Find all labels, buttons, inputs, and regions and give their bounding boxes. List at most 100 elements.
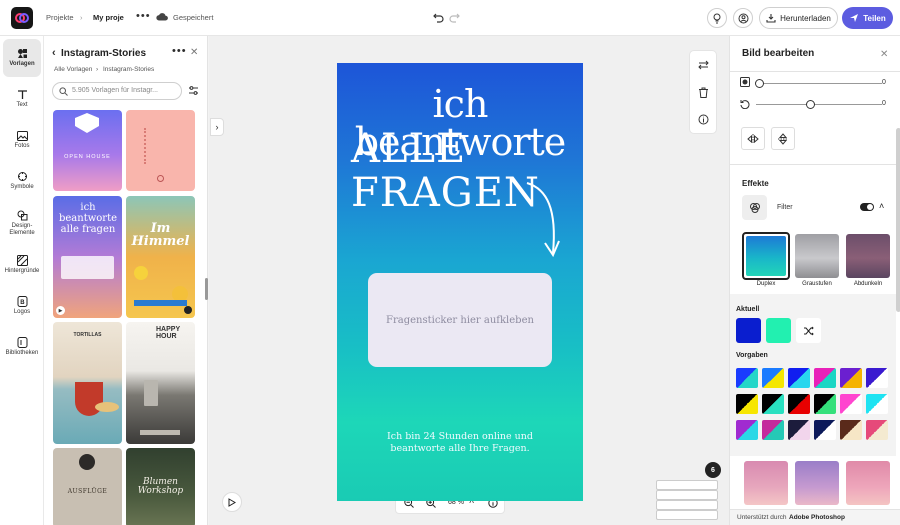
preset-swatch[interactable] bbox=[788, 394, 810, 414]
breadcrumb-projects[interactable]: Projekte bbox=[46, 13, 74, 22]
left-rail: Vorlagen Text Fotos Symbole Design-Eleme… bbox=[0, 36, 44, 525]
collapse-chevron-up-icon[interactable]: ˄ bbox=[879, 201, 884, 211]
filter-toggle[interactable] bbox=[860, 203, 874, 211]
download-icon bbox=[766, 14, 776, 23]
template-text: HAPPY HOUR bbox=[156, 326, 180, 341]
page-count-badge[interactable]: 6 bbox=[705, 462, 721, 478]
page-thumbnail[interactable] bbox=[656, 490, 718, 500]
preset-swatch[interactable] bbox=[762, 368, 784, 388]
filter-option-preview[interactable] bbox=[795, 461, 839, 505]
rail-item-symbole[interactable]: Symbole bbox=[3, 162, 41, 200]
panel-close-icon[interactable]: ✕ bbox=[880, 49, 888, 60]
redo-icon[interactable] bbox=[449, 12, 460, 25]
preset-swatch[interactable] bbox=[866, 368, 888, 388]
rail-item-hintergruende[interactable]: Hintergründe bbox=[3, 246, 41, 284]
flip-horizontal-button[interactable] bbox=[741, 127, 765, 150]
filter-option-duplex[interactable] bbox=[742, 232, 790, 280]
slider-handle[interactable] bbox=[755, 79, 764, 88]
filter-option-preview[interactable] bbox=[846, 461, 890, 505]
back-chevron-icon[interactable]: ‹ bbox=[52, 47, 56, 59]
collapse-panel-chevron-icon[interactable]: › bbox=[210, 118, 224, 136]
rail-item-fotos[interactable]: Fotos bbox=[3, 121, 41, 159]
page-thumbnail[interactable] bbox=[656, 510, 718, 520]
design-elements-icon bbox=[17, 210, 27, 221]
preset-swatch[interactable] bbox=[814, 420, 836, 440]
template-card-blumen-workshop[interactable]: Blumen Workshop bbox=[126, 448, 195, 525]
logos-icon: B bbox=[17, 296, 27, 308]
rail-item-bibliotheken[interactable]: Bibliotheken bbox=[3, 328, 41, 366]
filter-option-preview[interactable] bbox=[744, 461, 788, 505]
template-card-questions[interactable]: ich beantworte alle fragen ▶ bbox=[53, 196, 122, 318]
trash-icon[interactable] bbox=[698, 87, 709, 98]
preset-swatch[interactable] bbox=[762, 394, 784, 414]
footer-text[interactable]: Ich bin 24 Stunden online und beantworte… bbox=[377, 431, 543, 455]
preset-swatch[interactable] bbox=[788, 368, 810, 388]
preset-swatch[interactable] bbox=[736, 394, 758, 414]
more-options-icon[interactable]: ••• bbox=[136, 10, 151, 22]
preset-swatch[interactable] bbox=[762, 420, 784, 440]
template-card-open-house[interactable]: OPEN HOUSE bbox=[53, 110, 122, 191]
template-search-field[interactable]: 5.905 Vorlagen für Instagr... bbox=[52, 82, 182, 100]
rotate-icon bbox=[740, 100, 750, 109]
house-emblem-icon bbox=[75, 113, 99, 133]
template-card-happy-hour[interactable]: HAPPY HOUR bbox=[126, 322, 195, 444]
tortilla-shape bbox=[95, 402, 119, 412]
swap-arrows-icon[interactable] bbox=[698, 60, 709, 70]
preset-swatch[interactable] bbox=[840, 394, 862, 414]
flip-vertical-button[interactable] bbox=[771, 127, 795, 150]
add-collaborator-icon[interactable] bbox=[733, 8, 753, 28]
effects-heading: Effekte bbox=[742, 179, 769, 188]
preset-swatch[interactable] bbox=[814, 394, 836, 414]
rail-item-vorlagen[interactable]: Vorlagen bbox=[3, 39, 41, 77]
shuffle-colors-button[interactable] bbox=[796, 318, 821, 343]
page-thumbnail[interactable] bbox=[656, 480, 718, 490]
preset-swatch[interactable] bbox=[788, 420, 810, 440]
panel-more-icon[interactable]: ••• bbox=[172, 45, 187, 57]
rail-item-logos[interactable]: B Logos bbox=[3, 287, 41, 325]
undo-icon[interactable] bbox=[433, 12, 444, 25]
template-card-ausfluge[interactable]: AUSFLÜGE bbox=[53, 448, 122, 525]
slider-value[interactable]: 0 bbox=[882, 79, 886, 86]
question-sticker-box[interactable]: Fragensticker hier aufkleben bbox=[368, 273, 552, 367]
template-card-im-himmel[interactable]: Im Himmel bbox=[126, 196, 195, 318]
templates-icon bbox=[17, 49, 27, 59]
page-thumbnail[interactable] bbox=[656, 500, 718, 510]
preset-swatch[interactable] bbox=[866, 420, 888, 440]
slider-value[interactable]: 0 bbox=[882, 100, 886, 107]
download-button[interactable]: Herunterladen bbox=[759, 7, 838, 29]
filter-icon-button[interactable] bbox=[742, 195, 767, 220]
preset-swatch[interactable] bbox=[840, 420, 862, 440]
preset-swatch[interactable] bbox=[736, 368, 758, 388]
panel-title: Instagram-Stories bbox=[61, 48, 147, 59]
powered-by-brand: Adobe Photoshop bbox=[789, 514, 845, 521]
rail-item-design-elemente[interactable]: Design-Elemente bbox=[3, 203, 41, 243]
preset-swatch[interactable] bbox=[866, 394, 888, 414]
creative-cloud-logo-icon[interactable] bbox=[11, 7, 33, 29]
info-icon[interactable] bbox=[698, 114, 709, 125]
story-canvas[interactable]: ich beantworte ALLE FRAGEN Fragensticker… bbox=[337, 63, 583, 501]
play-icon bbox=[228, 497, 236, 507]
breadcrumb-all-templates[interactable]: Alle Vorlagen bbox=[54, 66, 92, 73]
panel-close-icon[interactable]: ✕ bbox=[190, 47, 198, 58]
rail-item-text[interactable]: Text bbox=[3, 80, 41, 118]
search-icon bbox=[59, 87, 68, 96]
slider-handle[interactable] bbox=[806, 100, 815, 109]
filter-option-graustufen[interactable] bbox=[795, 234, 839, 278]
preset-swatch[interactable] bbox=[736, 420, 758, 440]
share-button[interactable]: Teilen bbox=[842, 7, 893, 29]
preset-swatch[interactable] bbox=[814, 368, 836, 388]
filter-option-abdunkeln[interactable] bbox=[846, 234, 890, 278]
preset-swatch[interactable] bbox=[840, 368, 862, 388]
template-card-list[interactable] bbox=[126, 110, 195, 191]
panel-resize-handle[interactable] bbox=[205, 278, 208, 300]
project-name[interactable]: My proje bbox=[93, 13, 124, 22]
lightbulb-icon[interactable] bbox=[707, 8, 727, 28]
current-color-swatch-1[interactable] bbox=[736, 318, 761, 343]
template-card-tortillas[interactable]: TORTILLAS bbox=[53, 322, 122, 444]
filter-sliders-icon[interactable] bbox=[188, 85, 199, 96]
template-text: ich beantworte alle fragen bbox=[58, 202, 118, 235]
panel-scrollbar[interactable] bbox=[896, 128, 900, 312]
current-color-swatch-2[interactable] bbox=[766, 318, 791, 343]
play-preview-button[interactable] bbox=[222, 492, 242, 512]
template-text: Blumen Workshop bbox=[137, 477, 184, 496]
